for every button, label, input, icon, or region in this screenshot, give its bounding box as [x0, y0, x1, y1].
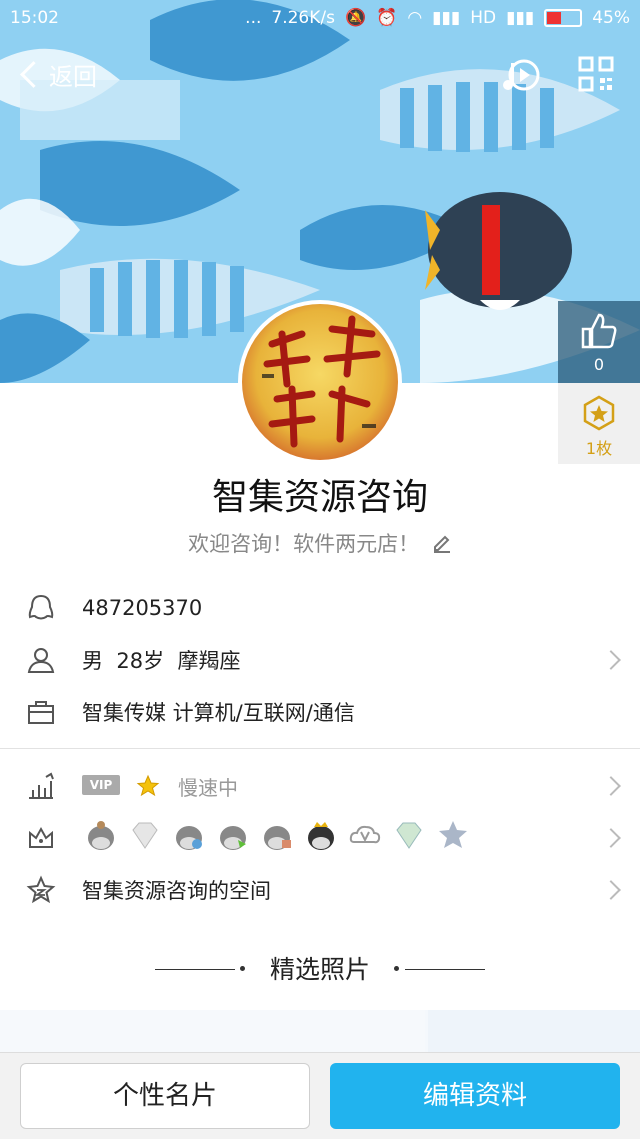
title-line-right: [405, 969, 485, 970]
crown-icon: [29, 826, 53, 848]
badge-button[interactable]: 1枚: [558, 383, 640, 464]
diamond-badge-icon: [392, 818, 426, 852]
network-speed: 7.26K/s: [271, 8, 335, 28]
back-label: 返回: [49, 62, 97, 91]
briefcase-icon: [28, 701, 54, 724]
penguin-badge-icon: [172, 818, 206, 852]
cloud-vip-badge-icon: [348, 818, 382, 852]
chevron-right-icon: [601, 650, 621, 670]
chevron-right-icon: [601, 880, 621, 900]
penguin-outline-icon: [28, 594, 54, 620]
qr-code-icon[interactable]: [578, 56, 614, 92]
penguin-crown-badge-icon: [304, 818, 338, 852]
diamond-badge-icon: [128, 818, 162, 852]
profile-name: 智集资源咨询: [211, 477, 428, 518]
status-bar: 15:02 ... 7.26K/s 🔕 ⏰ ◠ ▮▮▮ HD ▮▮▮ 45%: [0, 0, 640, 36]
company-row: 智集传媒 计算机/互联网/通信: [0, 686, 640, 738]
company-info: 智集传媒 计算机/互联网/通信: [82, 701, 355, 725]
chevron-right-icon: [601, 828, 621, 848]
signal-icon-2: ▮▮▮: [506, 8, 535, 28]
wifi-icon: ◠: [407, 8, 423, 28]
qzone-space-row[interactable]: 智集资源咨询的空间: [0, 864, 640, 916]
qq-number: 487205370: [82, 596, 203, 620]
like-button[interactable]: 0: [558, 301, 640, 383]
zodiac: 摩羯座: [177, 649, 241, 673]
penguin-badge-icon: [260, 818, 294, 852]
featured-photos-title: 精选照片: [269, 955, 370, 984]
bottom-action-bar: 个性名片 编辑资料: [0, 1052, 640, 1139]
edit-profile-button[interactable]: 编辑资料: [330, 1063, 620, 1129]
qq-number-row: 487205370: [0, 582, 640, 634]
star-badge-icon: [583, 395, 615, 431]
star-badge-icon: [436, 818, 470, 852]
chevron-right-icon: [601, 776, 621, 796]
title-line-left: [155, 969, 235, 970]
like-count: 0: [593, 355, 605, 374]
battery-percent: 45%: [592, 8, 630, 28]
like-panel: 0 1枚: [558, 301, 640, 464]
penguin-badge-icon: [216, 818, 250, 852]
mute-icon: 🔕: [344, 8, 367, 28]
featured-photos-header: 精选照片: [0, 950, 640, 990]
status-time: 15:02: [10, 8, 59, 28]
age: 28岁: [116, 649, 165, 673]
gender: 男: [82, 649, 103, 673]
penguin-badge-icon: [84, 818, 118, 852]
level-row[interactable]: VIP 慢速中: [0, 760, 640, 812]
growth-chart-icon: [29, 772, 54, 799]
edit-pencil-icon: [433, 535, 450, 553]
section-divider: [0, 748, 640, 749]
signal-icon: ▮▮▮: [432, 8, 461, 28]
back-button[interactable]: 返回: [14, 52, 97, 96]
alarm-icon: ⏰: [376, 8, 398, 28]
personal-info-row[interactable]: 男 28岁 摩羯座: [0, 634, 640, 686]
speed-status: 慢速中: [178, 775, 238, 800]
music-icon[interactable]: [500, 55, 540, 95]
title-dot-right: [394, 966, 399, 971]
vip-badge: VIP: [82, 775, 120, 795]
personal-card-button[interactable]: 个性名片: [20, 1063, 310, 1129]
badge-count: 1枚: [585, 439, 613, 458]
profile-signature: 欢迎咨询！软件两元店！: [188, 532, 420, 556]
signature-line[interactable]: 欢迎咨询！软件两元店！: [0, 528, 640, 558]
personal-info: 男 28岁 摩羯座: [82, 645, 240, 675]
star-level-icon: [136, 774, 160, 797]
thumbs-up-icon: [581, 313, 617, 349]
battery-icon: [544, 9, 583, 27]
star-outline-icon: [26, 875, 56, 904]
person-icon: [27, 648, 55, 673]
title-dot-left: [240, 966, 245, 971]
qzone-space-label: 智集资源咨询的空间: [82, 879, 271, 903]
network-type: HD: [470, 8, 497, 28]
achievement-badges-row[interactable]: [0, 812, 640, 864]
avatar[interactable]: [238, 300, 402, 464]
status-dots: ...: [245, 8, 262, 28]
avatar-calligraphy-image: [262, 315, 381, 448]
chevron-left-icon: [20, 60, 47, 88]
